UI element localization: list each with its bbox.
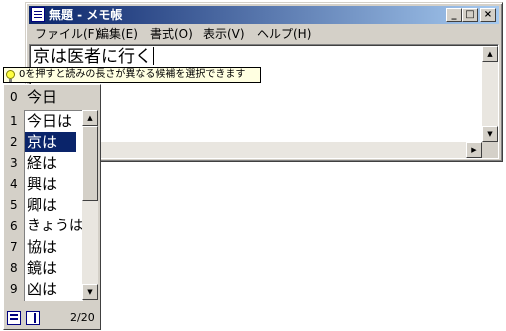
ime-candidate-window: 0 今日 1 今日は 2 京は 3 経は 4 興は 5 卿は 6 きょうは 7 … — [3, 84, 101, 330]
menu-format[interactable]: 書式(O) — [150, 27, 193, 41]
size-grip[interactable] — [482, 142, 498, 158]
candidate-text: 興は — [27, 175, 58, 193]
editor-content[interactable]: 京は医者に行く — [33, 47, 154, 68]
candidate-list-view-icon[interactable] — [7, 311, 21, 325]
menu-file[interactable]: ファイル(F) — [35, 27, 99, 41]
candidate-number: 0 — [10, 90, 18, 104]
vertical-scrollbar[interactable]: ▲ ▼ — [482, 46, 498, 142]
scroll-thumb[interactable] — [82, 126, 98, 201]
candidate-text: 今日 — [27, 88, 58, 106]
candidate-number: 7 — [10, 240, 18, 254]
menu-help[interactable]: ヘルプ(H) — [257, 27, 311, 41]
scroll-down-icon[interactable]: ▼ — [82, 284, 98, 300]
candidate-page-indicator: 2/20 — [70, 311, 95, 324]
scroll-right-icon[interactable]: ▶ — [466, 142, 482, 158]
scroll-down-icon[interactable]: ▼ — [482, 126, 498, 142]
candidate-text: 協は — [27, 238, 58, 256]
composing-text: 医者に行く — [67, 47, 152, 68]
scroll-up-icon[interactable]: ▲ — [82, 110, 98, 126]
text-caret — [153, 47, 154, 65]
candidate-sort-icon[interactable] — [26, 311, 40, 325]
hint-text: 0を押すと読みの長さが異なる候補を選択できます — [19, 69, 246, 80]
candidate-scrollbar[interactable]: ▲ ▼ — [82, 110, 98, 300]
candidate-text: 凶は — [27, 280, 58, 298]
candidate-number: 2 — [10, 135, 18, 149]
candidate-number: 9 — [10, 282, 18, 296]
candidate-text: 経は — [27, 154, 58, 172]
converted-clause: 京は — [33, 47, 67, 68]
lightbulb-icon — [6, 70, 15, 82]
candidate-text: きょうは — [27, 218, 83, 234]
candidate-number: 4 — [10, 177, 18, 191]
close-button[interactable]: × — [480, 8, 496, 22]
minimize-button[interactable]: _ — [446, 8, 462, 22]
maximize-button[interactable]: □ — [462, 8, 478, 22]
candidate-number: 6 — [10, 219, 18, 233]
candidate-number: 3 — [10, 156, 18, 170]
menu-bar: ファイル(F) 編集(E) 書式(O) 表示(V) ヘルプ(H) — [29, 25, 499, 43]
menu-edit[interactable]: 編集(E) — [97, 27, 138, 41]
candidate-number: 5 — [10, 198, 18, 212]
ime-hint-tooltip: 0を押すと読みの長さが異なる候補を選択できます — [3, 67, 261, 83]
candidate-number: 1 — [10, 114, 18, 128]
menu-view[interactable]: 表示(V) — [203, 27, 245, 41]
candidate-text: 鏡は — [27, 259, 58, 277]
candidate-text: 京は — [27, 133, 58, 151]
candidate-number: 8 — [10, 261, 18, 275]
candidate-text: 今日は — [27, 112, 73, 130]
candidate-text: 卿は — [27, 196, 58, 214]
scroll-up-icon[interactable]: ▲ — [482, 46, 498, 62]
window-title: 無題 - メモ帳 — [49, 8, 123, 22]
notepad-icon[interactable] — [31, 7, 45, 22]
title-bar[interactable]: 無題 - メモ帳 _ □ × — [29, 6, 499, 24]
